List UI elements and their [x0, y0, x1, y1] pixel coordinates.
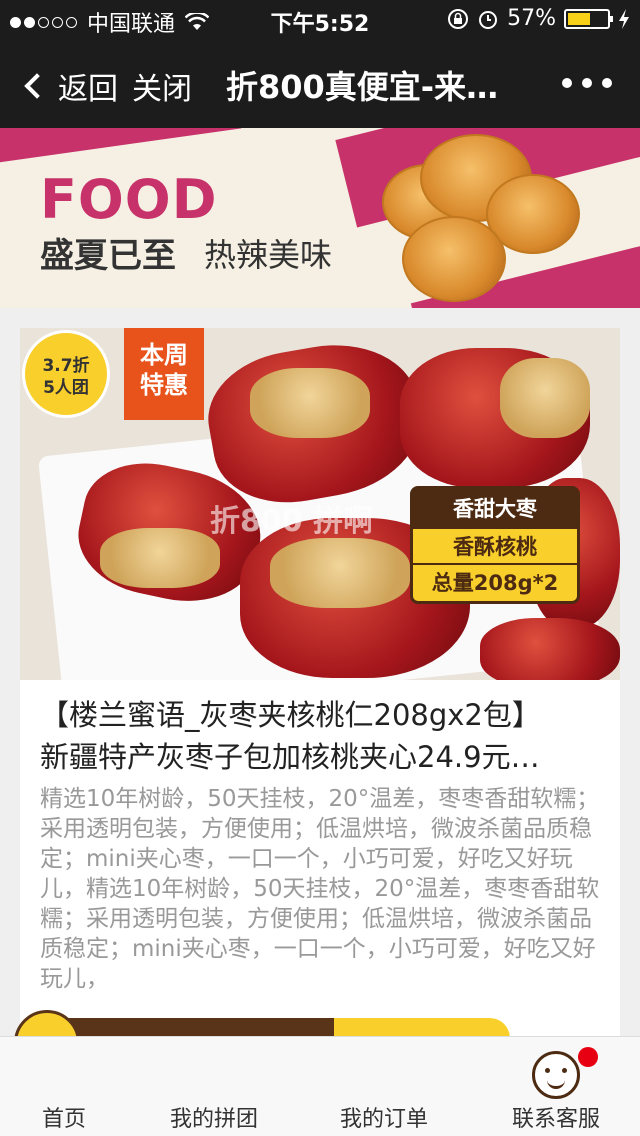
tab-my-groups[interactable]: 我的拼团 [170, 1101, 258, 1133]
weekly-badge-line: 本周 [140, 341, 188, 369]
product-title[interactable]: 【楼兰蜜语_灰枣夹核桃仁208gx2包】 新疆特产灰枣子包加核桃夹心24.9元… [40, 694, 600, 778]
feature-label: 香甜大枣 [413, 489, 577, 529]
pastry-image [402, 216, 506, 302]
more-options-icon[interactable] [562, 78, 612, 88]
product-card[interactable]: 折800 拼啊 香甜大枣 香酥核桃 总量208g*2 3.7折 5人团 本周 特… [20, 328, 620, 1048]
banner-tagline-bold: 盛夏已至 [40, 236, 176, 276]
back-button[interactable]: 返回 [22, 64, 118, 108]
walnut [500, 358, 590, 438]
tab-contact-service[interactable]: 联系客服 [512, 1101, 600, 1133]
product-title-line: 【楼兰蜜语_灰枣夹核桃仁208gx2包】 [40, 698, 541, 732]
navigation-bar: 返回 关闭 折800真便宜-来… [0, 40, 640, 128]
promo-banner[interactable]: FOOD 盛夏已至 热辣美味 [0, 128, 640, 308]
walnut [270, 538, 410, 608]
chevron-left-icon [24, 73, 50, 99]
status-right: 57% [447, 6, 630, 31]
tab-home[interactable]: 首页 [42, 1101, 86, 1133]
group-size: 5人团 [43, 378, 89, 398]
walnut [100, 528, 220, 588]
walnut [250, 368, 370, 438]
customer-service-icon[interactable] [532, 1051, 580, 1099]
image-watermark: 折800 拼啊 [210, 504, 374, 539]
banner-headline: FOOD [40, 168, 218, 231]
page-title: 折800真便宜-来… [226, 68, 499, 106]
rotation-lock-icon [448, 8, 469, 29]
product-description: 精选10年树龄，50天挂枝，20°温差，枣枣香甜软糯；采用透明包装，方便使用；低… [40, 786, 600, 992]
charging-icon [619, 8, 629, 29]
date-fruit [480, 618, 620, 680]
bottom-tab-bar: 首页 我的拼团 我的订单 联系客服 [0, 1036, 640, 1136]
notification-dot [578, 1047, 598, 1067]
product-title-line: 新疆特产灰枣子包加核桃夹心24.9元… [40, 740, 540, 774]
tab-my-orders[interactable]: 我的订单 [340, 1101, 428, 1133]
discount-rate: 3.7折 [42, 356, 90, 376]
close-button[interactable]: 关闭 [132, 64, 192, 108]
battery-percent: 57% [507, 6, 556, 31]
product-feature-labels: 香甜大枣 香酥核桃 总量208g*2 [410, 486, 580, 604]
status-bar: 中国联通 下午5:52 57% [0, 0, 640, 40]
feature-label: 总量208g*2 [413, 565, 577, 601]
battery-icon [564, 8, 613, 29]
banner-tagline: 热辣美味 [204, 236, 333, 274]
weekly-badge-line: 特惠 [140, 371, 188, 399]
alarm-icon [479, 10, 498, 29]
feature-label: 香酥核桃 [413, 529, 577, 565]
weekly-deal-badge: 本周 特惠 [124, 328, 204, 420]
discount-badge: 3.7折 5人团 [22, 330, 110, 418]
back-label: 返回 [58, 72, 118, 107]
product-image[interactable]: 折800 拼啊 香甜大枣 香酥核桃 总量208g*2 [20, 328, 620, 680]
banner-stripe [0, 128, 242, 168]
